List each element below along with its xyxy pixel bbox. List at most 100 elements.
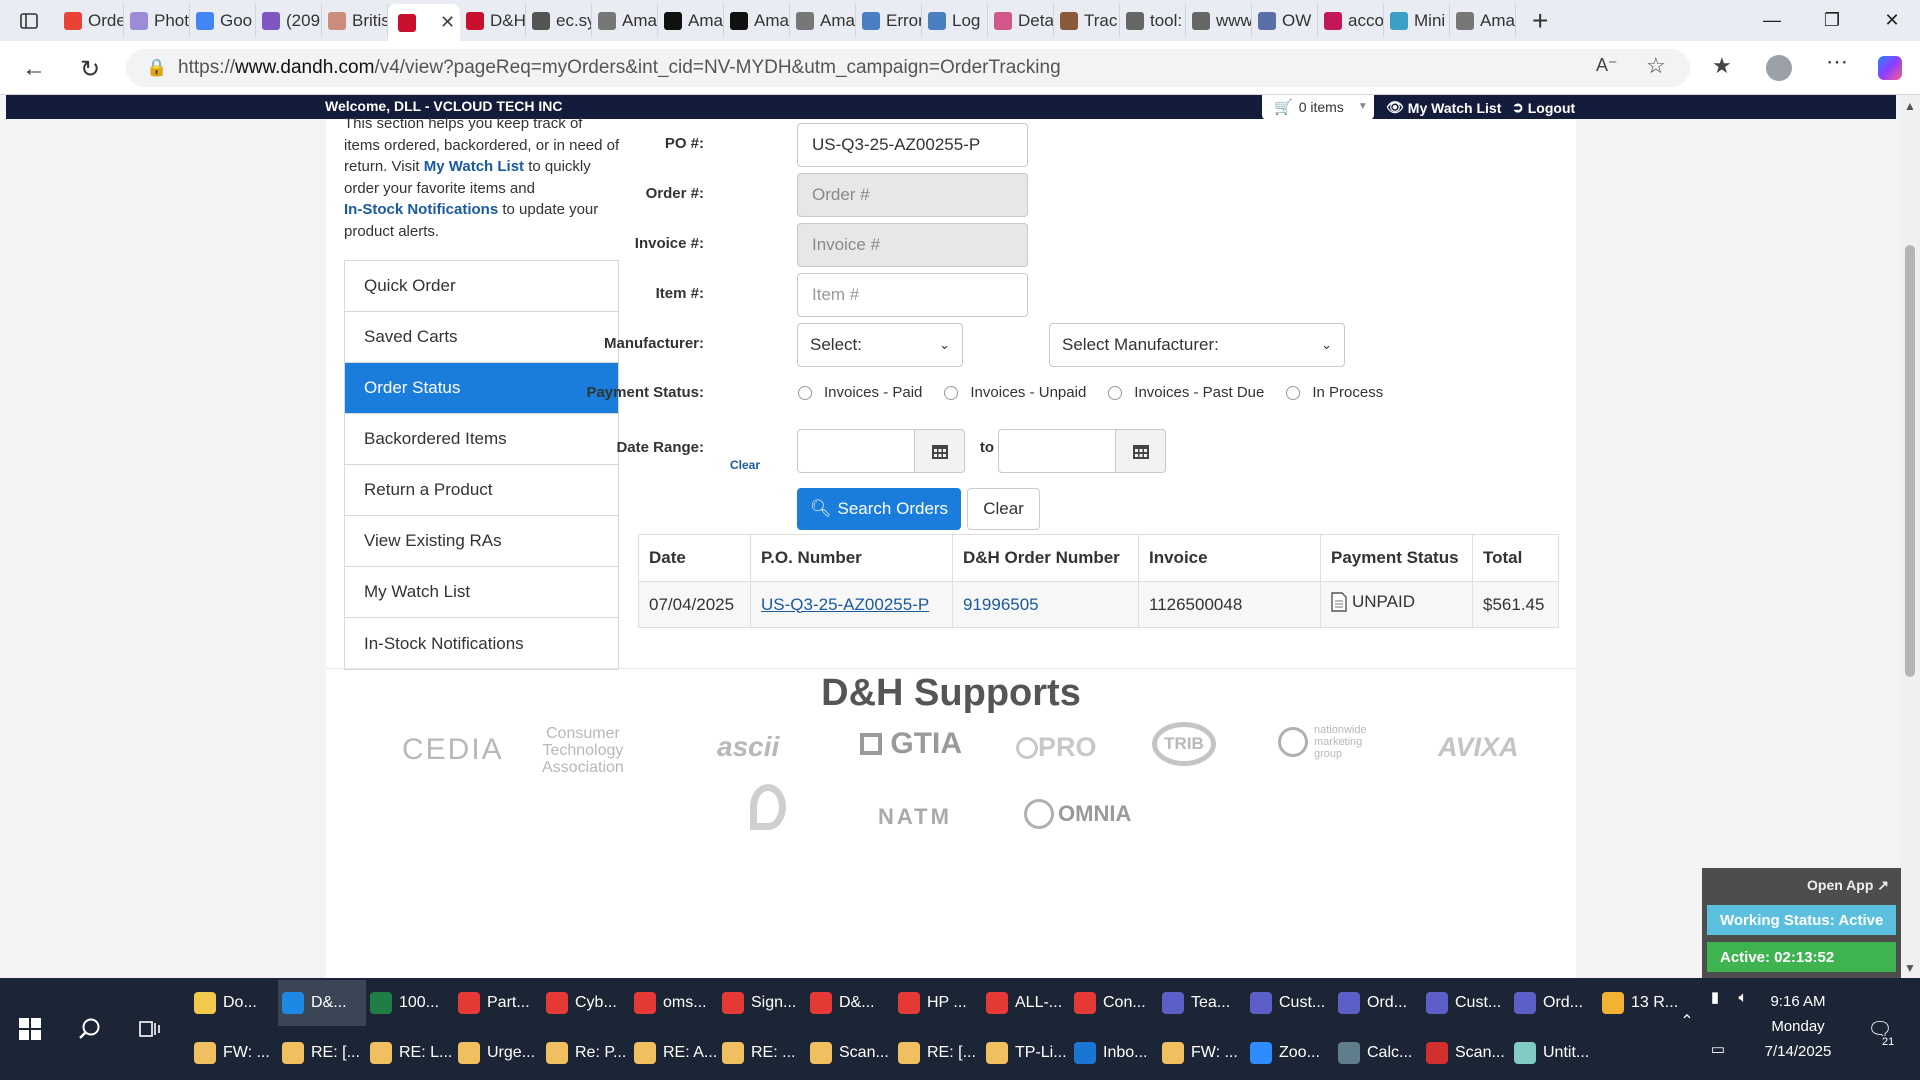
cta-logo[interactable]: Consumer Technology Association [542, 725, 624, 776]
notification-center-button[interactable]: 🗨︎ 21 [1860, 1006, 1900, 1052]
taskbar-app-button[interactable]: 13 R... [1598, 980, 1686, 1026]
refresh-button[interactable]: ↻ [72, 51, 108, 87]
browser-tab[interactable]: Ama [592, 4, 658, 37]
more-menu-icon[interactable]: ⋯ [1826, 49, 1848, 75]
open-app-link[interactable]: Open App ↗ [1807, 877, 1889, 894]
taskbar-app-button[interactable]: 100... [366, 980, 454, 1026]
taskbar-app-button[interactable]: RE: ... [718, 1030, 806, 1076]
browser-tab[interactable]: (209 [256, 4, 322, 37]
payment-status-radio[interactable] [944, 385, 959, 400]
browser-tab[interactable]: Britis [322, 4, 388, 37]
taskbar-app-button[interactable]: Ord... [1510, 980, 1598, 1026]
taskbar-app-button[interactable]: Zoo... [1246, 1030, 1334, 1076]
back-button[interactable]: ← [16, 51, 52, 87]
ascii-logo[interactable]: ascii [717, 731, 779, 763]
url-field[interactable]: 🔒 https://www.dandh.com/v4/view?pageReq=… [126, 49, 1690, 87]
intro-watchlist-link[interactable]: My Watch List [424, 158, 524, 175]
clear-button[interactable]: Clear [967, 488, 1040, 530]
read-aloud-icon[interactable]: A⁻ [1596, 55, 1618, 76]
browser-tab[interactable]: D&H [460, 4, 526, 37]
item-number-input[interactable]: Item # [797, 273, 1028, 317]
scrollbar-thumb[interactable] [1905, 245, 1915, 677]
taskbar-app-button[interactable]: ALL-... [982, 980, 1070, 1026]
date-from-input[interactable] [797, 429, 915, 473]
taskbar-app-button[interactable]: oms... [630, 980, 718, 1026]
copilot-icon[interactable] [1878, 56, 1902, 80]
date-clear-link[interactable]: Clear [730, 458, 760, 472]
browser-tab[interactable]: Ama [658, 4, 724, 37]
search-orders-button[interactable]: 🔍︎ Search Orders [797, 488, 961, 530]
taskbar-app-button[interactable]: RE: [... [894, 1030, 982, 1076]
d-logo-icon[interactable] [750, 784, 786, 830]
cart-button[interactable]: 🛒 0 items ▼ [1262, 95, 1374, 120]
taskbar-app-button[interactable]: HP ... [894, 980, 982, 1026]
browser-tab[interactable]: Deta [988, 4, 1054, 37]
trib-logo[interactable]: TRIB [1152, 722, 1216, 766]
browser-tab[interactable]: Phot [124, 4, 190, 37]
scroll-down-arrow-icon[interactable]: ▼ [1904, 961, 1916, 975]
browser-tab[interactable]: Ama [1450, 4, 1516, 37]
po-input[interactable]: US-Q3-25-AZ00255-P [797, 123, 1028, 167]
taskbar-app-button[interactable]: Scan... [806, 1030, 894, 1076]
taskbar-app-button[interactable]: Inbo... [1070, 1030, 1158, 1076]
date-from-calendar-button[interactable] [915, 429, 965, 473]
taskbar-app-button[interactable]: Cust... [1422, 980, 1510, 1026]
browser-tab[interactable]: Orde [58, 4, 124, 37]
taskbar-app-button[interactable]: Calc... [1334, 1030, 1422, 1076]
taskbar-app-button[interactable]: Part... [454, 980, 542, 1026]
po-number-link[interactable]: US-Q3-25-AZ00255-P [761, 595, 929, 614]
browser-tab[interactable]: Ama [724, 4, 790, 37]
taskbar-app-button[interactable]: Re: P... [542, 1030, 630, 1076]
gtia-logo[interactable]: GTIA [860, 727, 962, 761]
document-icon[interactable] [1331, 592, 1347, 612]
omnia-logo[interactable]: OMNIA [1024, 799, 1131, 829]
watchlist-link[interactable]: 👁 My Watch List [1386, 99, 1501, 116]
taskbar-app-button[interactable]: Cyb... [542, 980, 630, 1026]
natm-logo[interactable]: NATM [878, 804, 952, 830]
sidebar-item-my-watch-list[interactable]: My Watch List [345, 567, 618, 618]
payment-status-radio[interactable] [1286, 385, 1301, 400]
order-number-link[interactable]: 91996505 [963, 595, 1039, 614]
tab-actions-button[interactable] [0, 0, 58, 41]
taskbar-app-button[interactable]: Urge... [454, 1030, 542, 1076]
date-to-calendar-button[interactable] [1116, 429, 1166, 473]
close-window-button[interactable]: ✕ [1862, 0, 1920, 41]
taskbar-app-button[interactable]: Sign... [718, 980, 806, 1026]
taskbar-app-button[interactable]: Do... [190, 980, 278, 1026]
browser-tab[interactable]: www [1186, 4, 1252, 37]
close-tab-icon[interactable]: ✕ [440, 12, 455, 33]
manufacturer-select[interactable]: Select Manufacturer: ⌄ [1049, 323, 1345, 367]
browser-tab[interactable]: Ama [790, 4, 856, 37]
taskbar-search-button[interactable] [68, 1006, 112, 1052]
new-tab-button[interactable]: + [1516, 5, 1564, 37]
nmg-logo[interactable]: nationwide marketing group [1278, 724, 1367, 760]
browser-tab[interactable]: Mini [1384, 4, 1450, 37]
profile-avatar[interactable] [1766, 55, 1792, 81]
pro-logo[interactable]: PRO [1016, 732, 1097, 763]
browser-tab[interactable]: Error [856, 4, 922, 37]
restore-button[interactable]: ❐ [1802, 0, 1862, 41]
taskbar-app-button[interactable]: Tea... [1158, 980, 1246, 1026]
logout-link[interactable]: ➲ Logout [1512, 99, 1575, 116]
taskbar-app-button[interactable]: D&... [278, 980, 366, 1026]
favorite-star-icon[interactable]: ☆ [1646, 53, 1666, 79]
taskbar-app-button[interactable]: Cust... [1246, 980, 1334, 1026]
payment-status-radio[interactable] [798, 385, 812, 400]
avixa-logo[interactable]: AVIXA [1438, 732, 1519, 763]
task-view-button[interactable] [128, 1006, 172, 1052]
taskbar-app-button[interactable]: RE: [... [278, 1030, 366, 1076]
order-number-input[interactable]: Order # [797, 173, 1028, 217]
taskbar-app-button[interactable]: Ord... [1334, 980, 1422, 1026]
taskbar-app-button[interactable]: Scan... [1422, 1030, 1510, 1076]
browser-tab[interactable]: Trac [1054, 4, 1120, 37]
browser-tab[interactable]: Log [922, 4, 988, 37]
browser-tab[interactable]: ec.sy [526, 4, 592, 37]
start-button[interactable] [0, 1006, 60, 1052]
sidebar-item-in-stock-notifications[interactable]: In-Stock Notifications [345, 618, 618, 669]
taskbar-app-button[interactable]: FW: ... [1158, 1030, 1246, 1076]
payment-status-radio[interactable] [1108, 385, 1123, 400]
date-to-input[interactable] [998, 429, 1116, 473]
taskbar-app-button[interactable]: Con... [1070, 980, 1158, 1026]
taskbar-app-button[interactable]: RE: A... [630, 1030, 718, 1076]
taskbar-app-button[interactable]: Untit... [1510, 1030, 1598, 1076]
